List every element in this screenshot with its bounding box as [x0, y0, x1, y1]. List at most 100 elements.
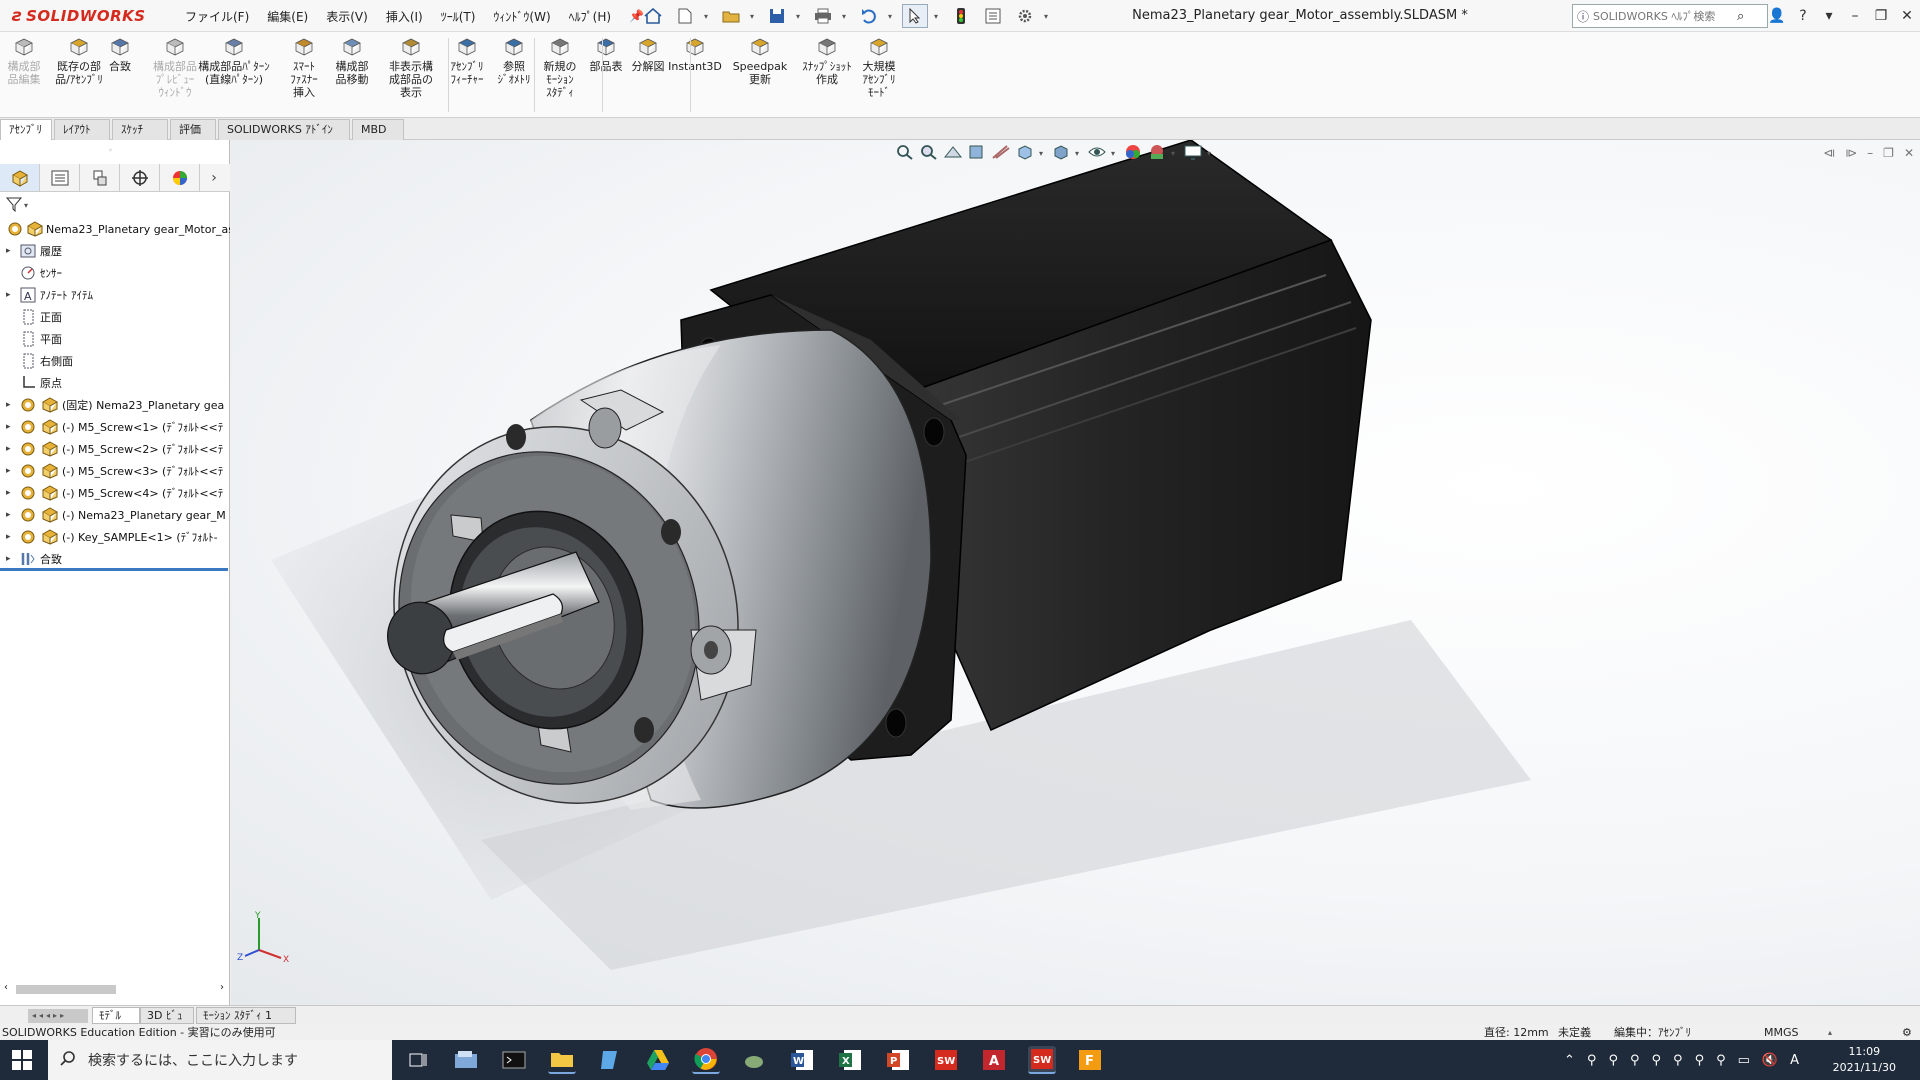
new-document-icon[interactable]	[672, 4, 698, 28]
smart-fasteners-button[interactable]: ｽﾏｰﾄ ﾌｧｽﾅｰ 挿入	[284, 36, 324, 114]
units-selector[interactable]: MMGS	[1764, 1025, 1799, 1040]
tab-motion-study[interactable]: ﾓｰｼｮﾝ ｽﾀﾃﾞｨ 1	[196, 1007, 296, 1024]
tree-item[interactable]: Nema23_Planetary gear_Motor_as	[0, 218, 230, 240]
instant3d-button[interactable]: Instant3D	[664, 36, 726, 114]
tab-mbd[interactable]: MBD	[352, 119, 404, 140]
chevron-down-icon[interactable]: ▾	[1075, 149, 1083, 158]
undo-icon[interactable]	[856, 4, 882, 28]
tray-app-icon[interactable]: ⚲	[1673, 1053, 1683, 1068]
task-view-icon[interactable]	[404, 1046, 432, 1074]
print-icon[interactable]	[810, 4, 836, 28]
tree-item[interactable]: 原点	[0, 372, 230, 394]
taskbar-search[interactable]: 検索するには、ここに入力します	[48, 1040, 392, 1080]
close-button[interactable]: ✕	[1894, 8, 1920, 24]
scroll-left-icon[interactable]: ‹	[4, 982, 8, 993]
exploded-view-button[interactable]: 分解図	[628, 36, 668, 114]
zoom-to-fit-icon[interactable]	[895, 143, 915, 164]
solidworks-2020-icon[interactable]: SW	[932, 1046, 960, 1074]
tray-app-icon[interactable]: ⚲	[1630, 1053, 1640, 1068]
chevron-down-icon[interactable]: ▾	[1207, 149, 1215, 158]
configurationmanager-tab-icon[interactable]	[80, 164, 120, 191]
zoom-to-area-icon[interactable]	[919, 143, 939, 164]
chevron-down-icon[interactable]: ▾	[1171, 149, 1179, 158]
autocad-icon[interactable]: A	[980, 1046, 1008, 1074]
filter-icon[interactable]	[5, 196, 23, 215]
tray-app-icon[interactable]: ⚲	[1716, 1053, 1726, 1068]
menu-insert[interactable]: 挿入(I)	[377, 8, 432, 25]
word-icon[interactable]: W	[788, 1046, 816, 1074]
tab-addins[interactable]: SOLIDWORKS ｱﾄﾞｲﾝ	[218, 119, 350, 140]
menu-edit[interactable]: 編集(E)	[258, 8, 317, 25]
apply-scene-icon[interactable]	[1147, 143, 1167, 164]
options-gear-icon[interactable]	[1012, 4, 1038, 28]
panel-collapse-handle[interactable]: ◦	[108, 146, 113, 155]
propertymanager-tab-icon[interactable]	[40, 164, 80, 191]
tree-item[interactable]: 右側面	[0, 350, 230, 372]
notes-app-icon[interactable]	[596, 1046, 624, 1074]
linear-component-pattern-button[interactable]: 構成部品ﾊﾟﾀｰﾝ (直線ﾊﾟﾀｰﾝ)	[190, 36, 278, 114]
user-account-icon[interactable]: 👤	[1764, 8, 1790, 24]
scroll-right-icon[interactable]: ›	[220, 982, 224, 993]
viewport-close-button[interactable]: ✕	[1904, 146, 1914, 160]
file-properties-icon[interactable]	[980, 4, 1006, 28]
terminal-icon[interactable]	[500, 1046, 528, 1074]
edit-appearance-icon[interactable]	[1123, 143, 1143, 164]
save-icon[interactable]	[764, 4, 790, 28]
scroll-thumb[interactable]	[16, 985, 116, 994]
collapse-panel-icon[interactable]: ⧏	[1823, 146, 1835, 160]
dynamic-annotation-icon[interactable]	[991, 143, 1011, 164]
status-settings-icon[interactable]: ⚙	[1902, 1025, 1912, 1040]
help-question-icon[interactable]: ?	[1790, 8, 1816, 24]
expand-panel-icon[interactable]: ⧐	[1845, 146, 1857, 160]
select-arrow-icon[interactable]	[902, 4, 928, 28]
chevron-down-icon[interactable]: ▾	[934, 12, 942, 21]
tree-item[interactable]: 正面	[0, 306, 230, 328]
menu-tools[interactable]: ﾂｰﾙ(T)	[432, 8, 485, 25]
expand-arrow-icon[interactable]: ▸	[6, 290, 18, 300]
displaymanager-tab-icon[interactable]	[160, 164, 200, 191]
tab-layout[interactable]: ﾚｲｱｳﾄ	[54, 119, 110, 140]
menu-help[interactable]: ﾍﾙﾌﾟ(H)	[560, 8, 620, 25]
chevron-down-icon[interactable]: ▾	[842, 12, 850, 21]
tree-item[interactable]: ▸ (-) Key_SAMPLE<1> (ﾃﾞﾌｫﾙﾄ-	[0, 526, 230, 548]
file-explorer-alt-icon[interactable]	[452, 1046, 480, 1074]
solidworks-logo[interactable]: ƨ SOLIDWORKS	[12, 4, 146, 28]
chevron-down-icon[interactable]: ▾	[888, 12, 896, 21]
graphics-viewport[interactable]: ▾ ▾ ▾ ▾ ▾ ⧏ ⧐ – ❐ ✕ Y X Z	[231, 140, 1920, 1005]
viewport-minimize-button[interactable]: –	[1867, 146, 1873, 160]
tree-item[interactable]: ▸ (-) M5_Screw<3> (ﾃﾞﾌｫﾙﾄ<<ﾃ	[0, 460, 230, 482]
expand-arrow-icon[interactable]: ▸	[6, 510, 18, 520]
menu-window[interactable]: ｳｨﾝﾄﾞｳ(W)	[484, 8, 559, 25]
tray-app-icon[interactable]: ⚲	[1652, 1053, 1662, 1068]
chevron-up-icon[interactable]: ▴	[1828, 1025, 1836, 1040]
tray-chevron-up-icon[interactable]: ⌃	[1564, 1053, 1575, 1068]
tab-navigation-arrows[interactable]: ◂◂◂▸▸	[28, 1009, 88, 1023]
chevron-down-icon[interactable]: ▾	[1039, 149, 1047, 158]
home-icon[interactable]	[640, 4, 666, 28]
game-app-icon[interactable]	[740, 1046, 768, 1074]
reference-geometry-button[interactable]: 参照 ｼﾞｵﾒﾄﾘ	[494, 36, 534, 114]
tab-evaluate[interactable]: 評価	[170, 119, 216, 140]
chevron-down-icon[interactable]: ▾	[704, 12, 712, 21]
dimxpertmanager-tab-icon[interactable]	[120, 164, 160, 191]
tab-model[interactable]: ﾓﾃﾞﾙ	[92, 1007, 140, 1024]
expand-arrow-icon[interactable]: ▸	[6, 532, 18, 542]
rebuild-icon[interactable]	[948, 4, 974, 28]
display-style-icon[interactable]	[1051, 143, 1071, 164]
expand-arrow-icon[interactable]: ▸	[6, 554, 18, 564]
chrome-icon[interactable]	[692, 1046, 720, 1074]
section-view-icon[interactable]	[967, 143, 987, 164]
previous-view-icon[interactable]	[943, 143, 963, 164]
new-motion-study-button[interactable]: 新規の ﾓｰｼｮﾝ ｽﾀﾃﾞｨ	[540, 36, 580, 114]
powerpoint-icon[interactable]: P	[884, 1046, 912, 1074]
large-assembly-mode-button[interactable]: 大規模 ｱｾﾝﾌﾞﾘ ﾓｰﾄﾞ	[854, 36, 904, 114]
file-explorer-icon[interactable]	[548, 1046, 576, 1074]
tree-item[interactable]: ▸ A ｱﾉﾃｰﾄ ｱｲﾃﾑ	[0, 284, 230, 306]
tree-item[interactable]: ▸ (-) Nema23_Planetary gear_M	[0, 504, 230, 526]
tray-app-icon[interactable]: ⚲	[1695, 1053, 1705, 1068]
tray-app-icon[interactable]: ⚲	[1608, 1053, 1618, 1068]
open-folder-icon[interactable]	[718, 4, 744, 28]
tree-item[interactable]: ▸ (-) M5_Screw<2> (ﾃﾞﾌｫﾙﾄ<<ﾃ	[0, 438, 230, 460]
tree-item[interactable]: ▸ 履歴	[0, 240, 230, 262]
tree-filter[interactable]: ▾	[5, 194, 32, 216]
